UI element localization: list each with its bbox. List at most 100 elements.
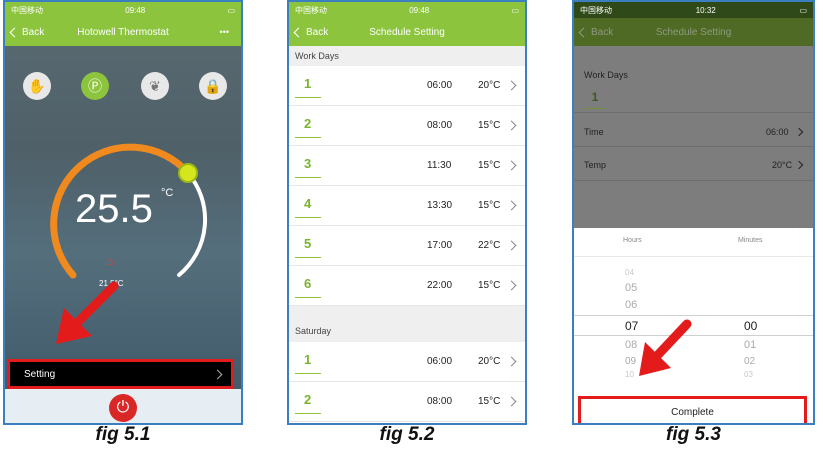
back-button[interactable]: Back [9, 18, 45, 46]
hour-option[interactable]: 04 [625, 268, 634, 277]
chevron-right-icon [506, 396, 517, 407]
minute-option-selected[interactable]: 00 [744, 319, 757, 333]
hour-option[interactable]: 05 [625, 282, 637, 294]
period-time: 06:00 [427, 356, 453, 367]
dial-white-arc [177, 171, 208, 277]
divider [574, 112, 813, 113]
figure-caption-2: fig 5.2 [379, 424, 435, 445]
back-button[interactable]: Back [293, 18, 329, 46]
status-carrier: 中国移动 [295, 5, 327, 15]
period-temp: 20°C [478, 356, 501, 367]
dimmed-detail-panel: Work Days 1 Time 06:00 Temp 20°C [574, 46, 813, 228]
hours-column-header: Hours [623, 237, 642, 244]
schedule-row[interactable]: 5 17:00 22°C [289, 226, 525, 266]
period-icon: 5 [295, 235, 321, 258]
period-time: 08:00 [427, 396, 453, 407]
schedule-row[interactable]: 2 08:00 15°C [289, 382, 525, 422]
chevron-right-icon [506, 356, 517, 367]
schedule-row[interactable]: 2 08:00 15°C [289, 106, 525, 146]
schedule-row[interactable]: 6 22:00 15°C [289, 266, 525, 306]
figure-caption-3: fig 5.3 [666, 424, 721, 445]
minute-option[interactable]: 01 [744, 339, 756, 351]
period-temp: 20°C [478, 80, 501, 91]
minute-option[interactable]: 02 [744, 356, 755, 367]
chevron-right-icon [506, 120, 517, 131]
work-days-label: Work Days [584, 70, 628, 80]
eco-leaf-icon[interactable]: ❦ [141, 72, 169, 100]
temp-label: Temp [584, 160, 607, 170]
hour-option[interactable]: 10 [625, 370, 634, 379]
status-bar: 中国移动 09:48 ▭ [5, 2, 241, 18]
schedule-row[interactable]: 1 06:00 20°C [289, 66, 525, 106]
schedule-row[interactable]: 4 13:30 15°C [289, 186, 525, 226]
chevron-left-icon [9, 27, 20, 37]
chevron-right-icon [506, 240, 517, 251]
back-button[interactable]: Back [578, 18, 613, 46]
chevron-right-icon [506, 280, 517, 291]
back-label: Back [306, 26, 329, 38]
thermostat-screen: 中国移动 09:48 ▭ Back Hotowell Thermostat ••… [5, 2, 241, 423]
period-icon: 1 [295, 75, 321, 98]
schedule-row[interactable]: 1 06:00 20°C [289, 342, 525, 382]
nav-bar: Back Schedule Setting [574, 18, 813, 46]
minutes-column-header: Minutes [738, 237, 763, 244]
status-bar: 中国移动 10:32 ▭ [574, 2, 813, 18]
complete-label: Complete [671, 406, 714, 418]
back-label: Back [22, 26, 45, 38]
status-time: 09:48 [409, 5, 430, 15]
chevron-right-icon [506, 200, 517, 211]
period-icon: 1 [584, 90, 606, 109]
page-title: Schedule Setting [655, 26, 732, 38]
page-title: Hotowell Thermostat [77, 26, 169, 38]
period-time: 22:00 [427, 280, 453, 291]
period-time: 11:30 [427, 160, 452, 171]
phone-thermostat-screen: 中国移动 09:48 ▭ Back Hotowell Thermostat ••… [3, 0, 243, 425]
status-time: 10:32 [695, 5, 716, 15]
period-icon: 2 [295, 115, 321, 138]
chevron-right-icon [212, 369, 223, 379]
chevron-right-icon [794, 160, 804, 170]
chevron-right-icon [794, 127, 804, 137]
schedule-list-screen: 中国移动 09:48 ▭ Back Schedule Setting Work … [289, 2, 525, 423]
status-carrier: 中国移动 [11, 5, 43, 15]
phone-schedule-list: 中国移动 09:48 ▭ Back Schedule Setting Work … [287, 0, 527, 425]
more-button[interactable]: ••• [220, 27, 229, 37]
period-temp: 15°C [478, 396, 501, 407]
status-bar: 中国移动 09:48 ▭ [289, 2, 525, 18]
section-header-saturday: Saturday [289, 306, 525, 342]
set-temperature: 25.5 [75, 187, 153, 231]
hour-option[interactable]: 06 [625, 299, 637, 311]
nav-bar: Back Hotowell Thermostat ••• [5, 18, 241, 46]
divider [574, 146, 813, 147]
period-time: 17:00 [427, 240, 453, 251]
period-icon: 2 [295, 391, 321, 414]
battery-icon: ▭ [227, 5, 235, 15]
section-header-work-days: Work Days [289, 46, 525, 66]
schedule-row[interactable]: 3 11:30 15°C [289, 146, 525, 186]
status-carrier: 中国移动 [580, 5, 612, 15]
chevron-right-icon [506, 80, 517, 91]
manual-hand-icon[interactable]: ✋ [23, 72, 51, 100]
setting-button[interactable]: Setting [7, 359, 234, 389]
time-label: Time [584, 127, 604, 137]
chevron-right-icon [506, 160, 517, 171]
chevron-left-icon [578, 27, 589, 37]
minute-option[interactable]: 03 [744, 370, 753, 379]
period-icon: 1 [295, 351, 321, 374]
program-mode-icon[interactable]: Ⓟ [81, 72, 109, 100]
dial-handle[interactable] [178, 163, 198, 183]
complete-button[interactable]: Complete [578, 396, 807, 423]
red-arrow-pointer [56, 281, 119, 344]
battery-icon: ▭ [511, 5, 519, 15]
period-icon: 6 [295, 275, 321, 298]
period-time: 08:00 [427, 120, 453, 131]
period-icon: 4 [295, 195, 321, 218]
power-button[interactable]: ⏻ [109, 394, 137, 422]
period-icon: 3 [295, 155, 321, 178]
period-temp: 15°C [478, 280, 501, 291]
period-time: 06:00 [427, 80, 453, 91]
setting-label: Setting [24, 368, 56, 380]
red-arrow-pointer [639, 319, 692, 376]
period-time: 13:30 [427, 200, 453, 211]
lock-icon[interactable]: 🔒 [199, 72, 227, 100]
